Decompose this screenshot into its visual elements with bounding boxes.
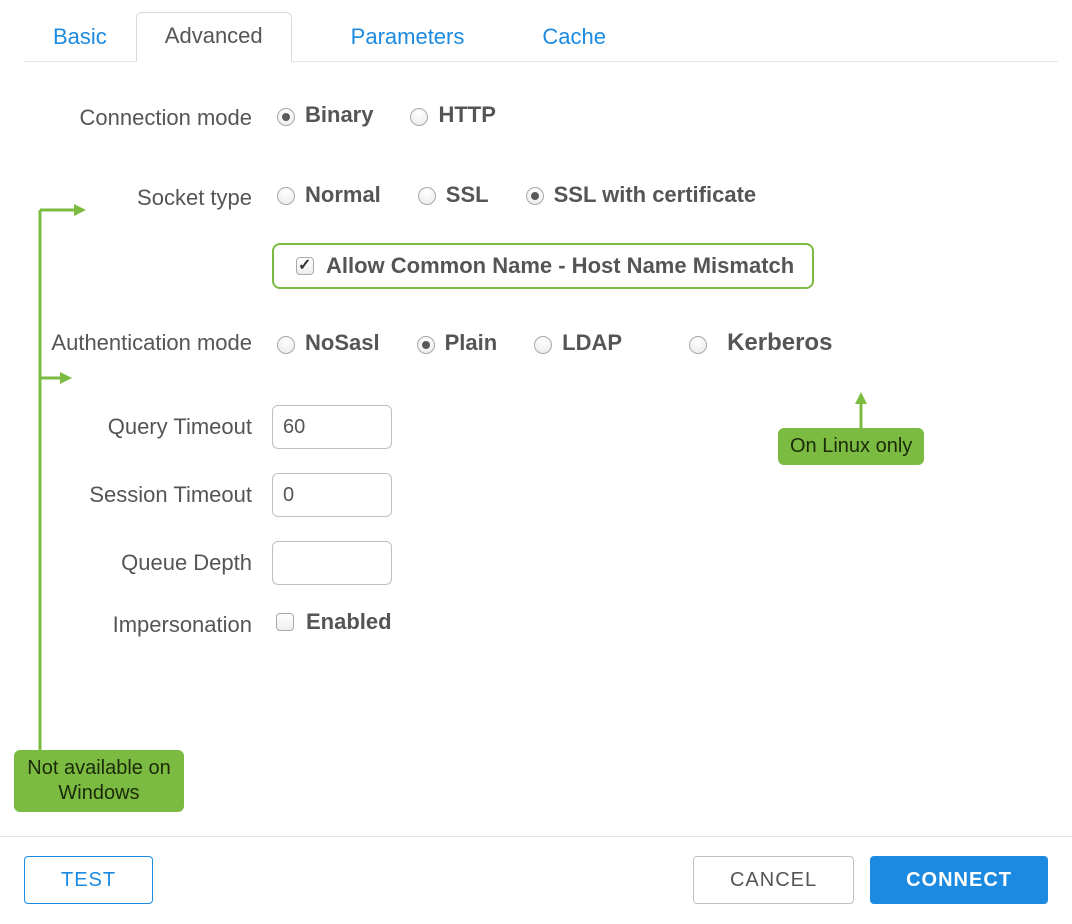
- radio-auth-nosasl[interactable]: [277, 336, 295, 354]
- option-label: SSL: [446, 182, 489, 208]
- option-auth-ldap[interactable]: LDAP: [529, 330, 622, 356]
- annotation-windows-arrow: [20, 200, 90, 760]
- footer-separator: [0, 836, 1072, 837]
- option-label: Enabled: [306, 609, 392, 635]
- option-auth-nosasl[interactable]: NoSasl: [272, 330, 380, 356]
- footer: TEST CANCEL CONNECT: [24, 856, 1048, 904]
- radio-socket-normal[interactable]: [277, 187, 295, 205]
- tab-parameters[interactable]: Parameters: [322, 13, 494, 62]
- option-label: NoSasl: [305, 330, 380, 356]
- tab-advanced[interactable]: Advanced: [136, 12, 292, 62]
- radio-auth-kerberos[interactable]: [689, 336, 707, 354]
- option-label: Plain: [445, 330, 498, 356]
- checkbox-allow-common-name[interactable]: [296, 257, 314, 275]
- option-label: LDAP: [562, 330, 622, 356]
- radio-connection-http[interactable]: [410, 108, 428, 126]
- input-queue-depth[interactable]: [272, 541, 392, 585]
- option-socket-ssl-cert[interactable]: SSL with certificate: [521, 182, 757, 208]
- connect-button[interactable]: CONNECT: [870, 856, 1048, 904]
- option-label: Binary: [305, 102, 373, 128]
- option-impersonation-enabled[interactable]: Enabled: [272, 609, 392, 635]
- test-button[interactable]: TEST: [24, 856, 153, 904]
- radio-auth-ldap[interactable]: [534, 336, 552, 354]
- option-label: Normal: [305, 182, 381, 208]
- option-label: Kerberos: [727, 329, 832, 357]
- option-socket-ssl[interactable]: SSL: [413, 182, 489, 208]
- radio-connection-binary[interactable]: [277, 108, 295, 126]
- input-session-timeout[interactable]: [272, 473, 392, 517]
- option-label: HTTP: [438, 102, 495, 128]
- tab-basic[interactable]: Basic: [24, 13, 136, 62]
- radio-socket-ssl[interactable]: [418, 187, 436, 205]
- label-connection-mode: Connection mode: [24, 102, 272, 132]
- radio-socket-ssl-cert[interactable]: [526, 187, 544, 205]
- option-connection-http[interactable]: HTTP: [405, 102, 495, 128]
- option-label: SSL with certificate: [554, 182, 757, 208]
- input-query-timeout[interactable]: [272, 405, 392, 449]
- option-auth-plain[interactable]: Plain: [412, 330, 498, 356]
- advanced-form: Connection mode Binary HTTP Socket type …: [24, 80, 1048, 639]
- annotation-not-available-windows: Not available on Windows: [14, 750, 184, 812]
- annotation-linux-only: On Linux only: [778, 428, 924, 465]
- allow-common-name-box: Allow Common Name - Host Name Mismatch: [272, 243, 814, 289]
- tab-cache[interactable]: Cache: [513, 13, 635, 62]
- option-socket-normal[interactable]: Normal: [272, 182, 381, 208]
- tab-bar: Basic Advanced Parameters Cache: [24, 14, 1058, 62]
- option-connection-binary[interactable]: Binary: [272, 102, 373, 128]
- allow-common-name-label: Allow Common Name - Host Name Mismatch: [326, 253, 794, 279]
- option-auth-kerberos[interactable]: Kerberos: [684, 329, 832, 357]
- radio-auth-plain[interactable]: [417, 336, 435, 354]
- cancel-button[interactable]: CANCEL: [693, 856, 854, 904]
- checkbox-impersonation-enabled[interactable]: [276, 613, 294, 631]
- annotation-linux-arrow: [846, 392, 876, 432]
